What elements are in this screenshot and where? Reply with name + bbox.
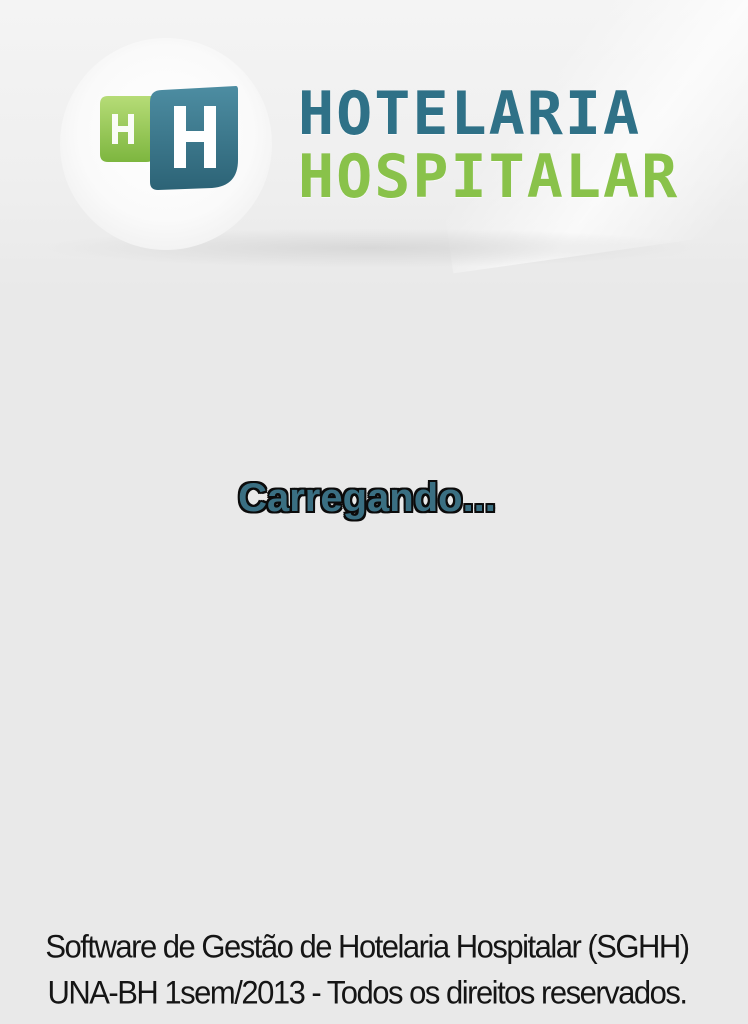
footer-line2: UNA-BH 1sem/2013 - Todos os direitos res… [47,974,688,1011]
brand-title-line1: HOTELARIA [298,79,642,149]
footer-line1: Software de Gestão de Hotelaria Hospital… [45,928,690,965]
hh-logo-icon [100,86,238,190]
header-banner: HOTELARIA HOSPITALAR [0,0,748,290]
footer-credits: Software de Gestão de Hotelaria Hospital… [0,924,734,1016]
brand-title-line2: HOSPITALAR [298,142,680,212]
loading-message: Carregando... [238,476,496,520]
splash-screen: HOTELARIA HOSPITALAR Carregando... Softw… [0,0,748,1024]
